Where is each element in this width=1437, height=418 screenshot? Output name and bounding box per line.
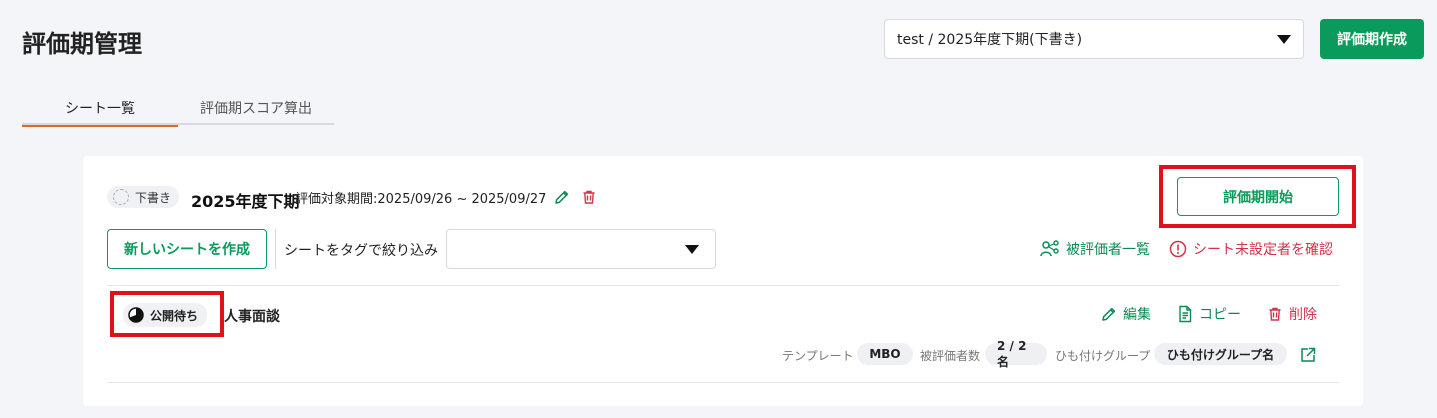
sheet-name[interactable]: 人事面談 (224, 306, 280, 326)
evaluee-list-label: 被評価者一覧 (1066, 242, 1150, 258)
divider (107, 382, 1339, 383)
document-copy-icon (1179, 305, 1192, 323)
tab-sheet-list[interactable]: シート一覧 (22, 90, 178, 127)
period-select[interactable]: test / 2025年度下期(下書き) (884, 19, 1304, 59)
template-label: テンプレート (782, 349, 854, 363)
evaluee-count-label: 被評価者数 (920, 349, 981, 363)
delete-period-trash-icon[interactable] (580, 188, 598, 206)
highlight-box-start-button (1159, 165, 1356, 228)
tag-filter-select[interactable] (446, 229, 716, 269)
period-card: 下書き 2025年度下期 評価対象期間:2025/09/26 ~ 2025/09… (83, 156, 1363, 406)
period-range: 評価対象期間:2025/09/26 ~ 2025/09/27 (295, 192, 547, 207)
evaluee-list-link[interactable]: 被評価者一覧 (1040, 239, 1150, 259)
highlight-box-sheet-status (110, 291, 224, 337)
people-network-icon (1040, 240, 1059, 257)
chevron-down-icon (1277, 34, 1291, 44)
toolbar-divider (275, 229, 276, 269)
page-title: 評価期管理 (22, 30, 142, 58)
draft-status-badge: 下書き (107, 186, 180, 208)
period-select-value: test / 2025年度下期(下書き) (897, 32, 1083, 48)
template-value: MBO (857, 343, 913, 365)
chevron-down-icon (685, 244, 699, 254)
draft-status-label: 下書き (135, 190, 172, 205)
delete-sheet-label: 削除 (1289, 307, 1317, 323)
edit-sheet-button[interactable]: 編集 (1101, 304, 1151, 324)
edit-period-pencil-icon[interactable] (553, 188, 571, 206)
create-period-button[interactable]: 評価期作成 (1320, 19, 1424, 59)
tab-bar: シート一覧 評価期スコア算出 (22, 90, 334, 127)
copy-sheet-button[interactable]: コピー (1177, 304, 1241, 324)
tag-filter-label: シートをタグで絞り込み (284, 243, 438, 259)
copy-sheet-label: コピー (1199, 307, 1241, 323)
evaluee-count-value: 2 / 2名 (985, 339, 1047, 369)
linked-group-label: ひも付けグループ (1055, 349, 1151, 363)
unset-sheet-check-label: シート未設定者を確認 (1193, 242, 1333, 258)
period-name: 2025年度下期 (191, 192, 300, 211)
pencil-icon (1102, 307, 1116, 321)
linked-group-value: ひも付けグループ名 (1154, 343, 1287, 365)
dashed-circle-icon (113, 189, 129, 205)
divider (107, 285, 1339, 286)
delete-sheet-button[interactable]: 削除 (1267, 304, 1317, 324)
trash-icon (1269, 307, 1281, 321)
unset-sheet-check-link[interactable]: シート未設定者を確認 (1169, 239, 1333, 259)
edit-sheet-label: 編集 (1123, 307, 1151, 323)
tab-period-score[interactable]: 評価期スコア算出 (178, 90, 334, 125)
external-link-icon[interactable] (1299, 346, 1317, 364)
new-sheet-button[interactable]: 新しいシートを作成 (107, 229, 267, 269)
alert-circle-icon (1169, 240, 1187, 258)
